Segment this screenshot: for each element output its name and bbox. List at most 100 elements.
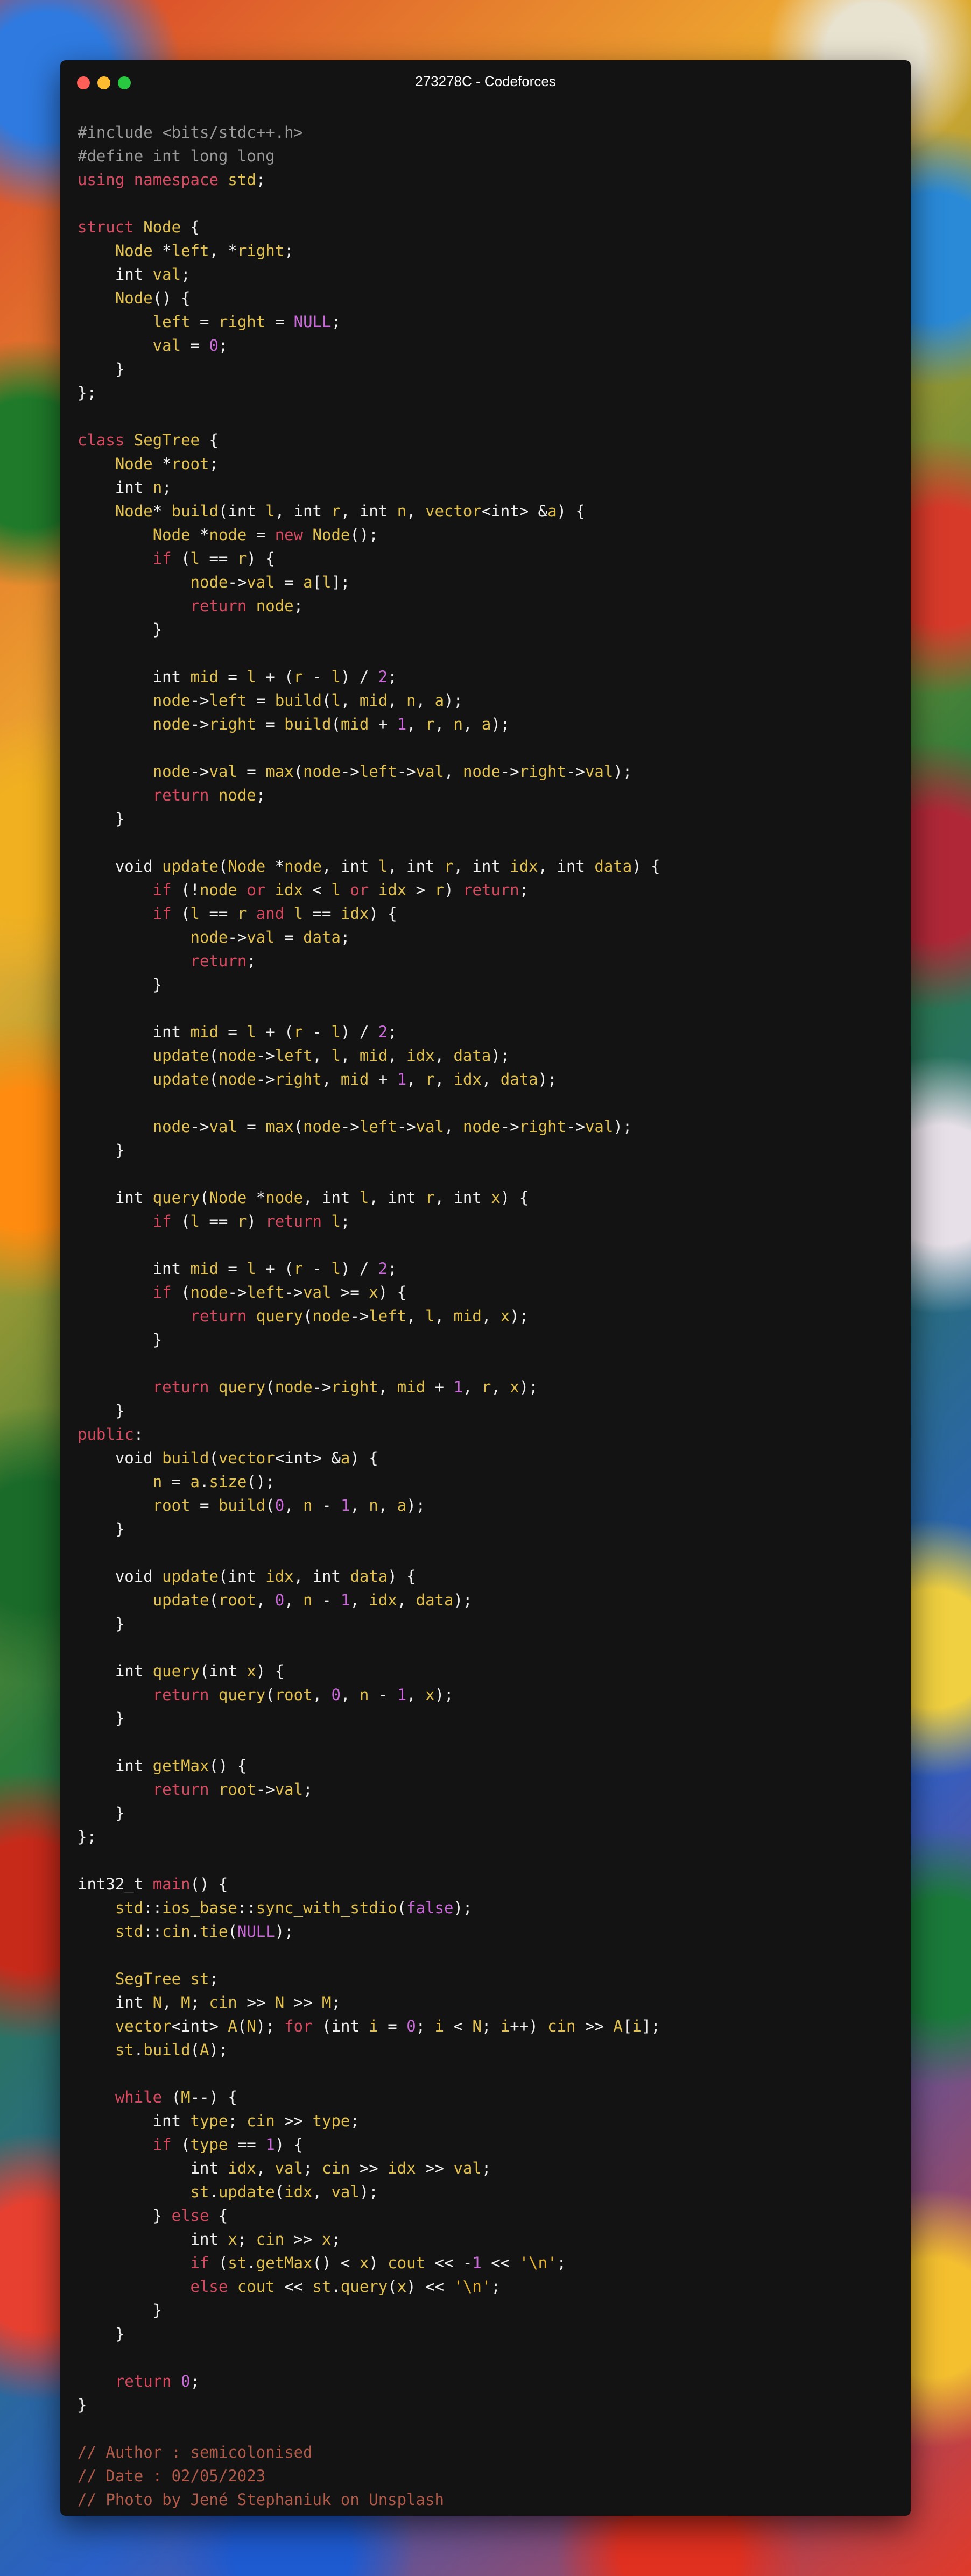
code-token: left: [247, 1283, 285, 1301]
code-token: }: [78, 1520, 125, 1538]
code-token: ;: [481, 2017, 501, 2035]
code-token: 1: [397, 1070, 407, 1088]
code-token: ;: [331, 313, 341, 331]
code-token: }: [78, 620, 163, 639]
code-token: A: [228, 2017, 237, 2035]
code-line: node->right = build(mid + 1, r, n, a);: [78, 712, 893, 736]
code-token: M: [322, 1993, 332, 2012]
code-token: (: [265, 1496, 275, 1515]
code-token: st: [190, 1970, 209, 1988]
code-token: node: [312, 1307, 350, 1325]
code-line: node->left = build(l, mid, n, a);: [78, 689, 893, 712]
code-token: <<: [481, 2254, 519, 2272]
code-line: root = build(0, n - 1, n, a);: [78, 1494, 893, 1517]
code-token: ,: [284, 1496, 304, 1515]
code-token: ,: [406, 1686, 426, 1704]
code-token: ) /: [340, 668, 378, 686]
code-token: (: [209, 1070, 219, 1088]
code-token: int32_t: [78, 1875, 153, 1893]
code-token: ->: [312, 1378, 332, 1396]
code-token: ios_base: [162, 1899, 237, 1917]
code-token: };: [78, 384, 96, 402]
code-token: // Photo by Jené Stephaniuk on Unsplash: [78, 2490, 444, 2509]
code-token: ;: [388, 1023, 397, 1041]
code-token: ,: [340, 691, 360, 710]
code-token: ): [247, 1212, 266, 1230]
code-token: , int: [340, 502, 397, 520]
code-token: val: [331, 2183, 360, 2201]
code-token: val: [152, 265, 181, 284]
code-token: 1: [453, 1378, 463, 1396]
code-token: Node: [115, 242, 153, 260]
code-token: =: [275, 928, 304, 946]
code-token: mid: [453, 1307, 482, 1325]
code-token: data: [350, 1567, 388, 1586]
window-title: 273278C - Codeforces: [415, 73, 556, 89]
code-token: node: [152, 715, 191, 733]
code-token: ) {: [557, 502, 585, 520]
code-token: right: [275, 1070, 322, 1088]
code-token: (: [397, 1899, 407, 1917]
code-token: #include <bits/stdc++.h>: [78, 123, 304, 141]
code-token: r: [293, 668, 304, 686]
code-token: std: [115, 1899, 144, 1917]
code-token: }: [78, 1402, 125, 1420]
code-token: Node: [312, 526, 350, 544]
code-token: and: [256, 904, 285, 923]
code-token: int: [78, 668, 191, 686]
code-token: =: [190, 1496, 219, 1515]
code-token: r: [237, 1212, 247, 1230]
code-line: if (node->left->val >= x) {: [78, 1280, 893, 1304]
code-token: ,: [462, 1378, 482, 1396]
code-line: update(node->right, mid + 1, r, idx, dat…: [78, 1067, 893, 1091]
code-token: }: [78, 360, 125, 378]
code-token: ();: [350, 526, 378, 544]
code-token: ,: [340, 1046, 360, 1065]
code-token: type: [190, 2112, 228, 2130]
code-token: 0: [406, 2017, 416, 2035]
code-token: --) {: [190, 2088, 237, 2106]
code-line: void build(vector<int> &a) {: [78, 1446, 893, 1470]
code-token: <<: [275, 2277, 313, 2296]
code-token: ,: [312, 2183, 332, 2201]
code-token: data: [416, 1591, 454, 1609]
code-token: new: [275, 526, 304, 544]
code-token: =: [190, 313, 219, 331]
code-token: ==: [200, 1212, 237, 1230]
code-line: node->val = data;: [78, 925, 893, 949]
code-token: query: [152, 1662, 200, 1680]
code-token: (: [171, 2135, 191, 2154]
code-token: , int: [538, 857, 595, 875]
code-line: class SegTree {: [78, 428, 893, 452]
code-token: or: [247, 881, 266, 899]
code-token: val: [585, 762, 614, 781]
code-token: left: [209, 691, 247, 710]
code-token: ==: [200, 549, 237, 568]
code-token: r: [293, 1259, 304, 1278]
code-token: root: [218, 1591, 256, 1609]
code-token: ;: [388, 668, 397, 686]
code-token: node: [190, 928, 228, 946]
code-token: i: [500, 2017, 510, 2035]
code-line: }: [78, 1612, 893, 1636]
code-token: ,: [406, 502, 426, 520]
code-token: val: [247, 573, 275, 591]
code-line: while (M--) {: [78, 2085, 893, 2109]
code-token: mid: [190, 1023, 219, 1041]
code-line: Node() {: [78, 286, 893, 310]
code-token: ;: [303, 1780, 313, 1799]
code-token: Node: [115, 502, 153, 520]
